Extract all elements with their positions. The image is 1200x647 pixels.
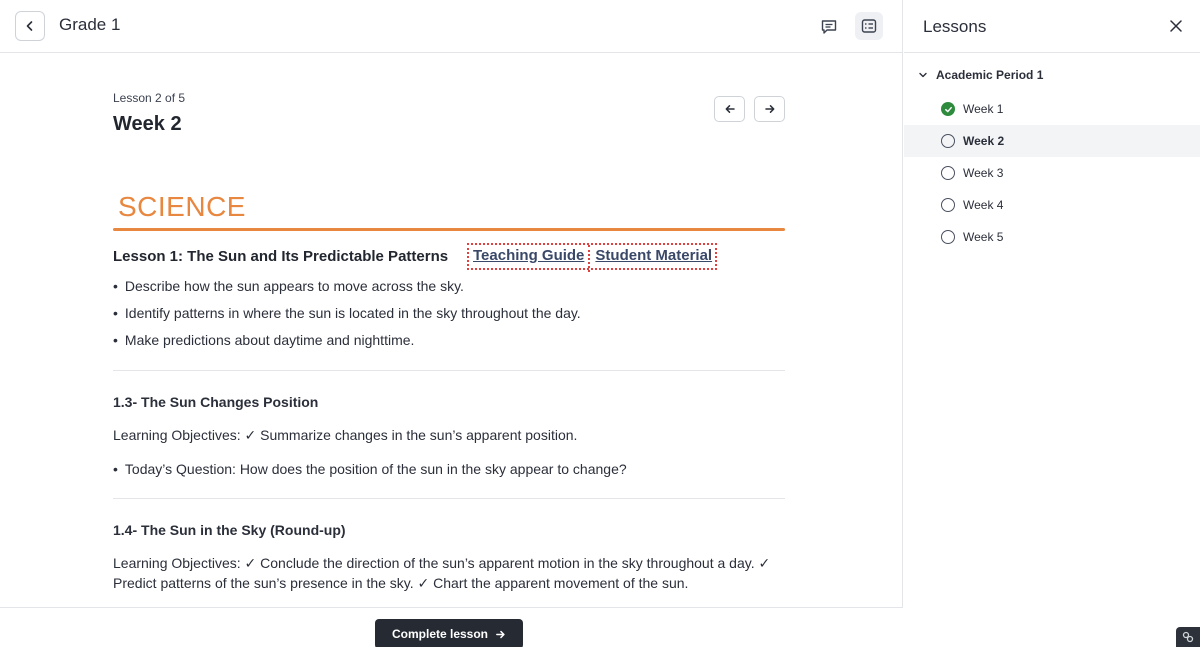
sidebar-item-week-2[interactable]: Week 2 (904, 125, 1200, 157)
section-1-4-objectives-line-2: Predict patterns of the sun’s presence i… (113, 575, 689, 591)
lesson-1-title: Lesson 1: The Sun and Its Predictable Pa… (113, 248, 449, 265)
radio-empty-icon (941, 198, 955, 212)
comments-button[interactable] (815, 13, 842, 40)
chevron-down-icon (919, 72, 927, 78)
list-item: Today’s Question: How does the position … (113, 461, 627, 477)
student-material-link[interactable]: Student Material (595, 247, 712, 268)
complete-lesson-label: Complete lesson (391, 627, 489, 641)
previous-lesson-button[interactable] (714, 96, 745, 122)
lesson-main-area: Grade 1 Lesson 2 of 5 Week 2 SCIENCE Les… (0, 0, 903, 647)
footer-bar: Complete lesson (0, 607, 903, 647)
section-divider (113, 370, 785, 371)
arrow-right-icon (764, 105, 774, 113)
list-item: Describe how the sun appears to move acr… (113, 278, 464, 294)
next-lesson-button[interactable] (754, 96, 785, 122)
top-bar: Grade 1 (0, 0, 903, 53)
sidebar-item-label: Week 5 (963, 230, 1004, 244)
radio-empty-icon (941, 230, 955, 244)
extension-badge[interactable] (1176, 627, 1200, 647)
radio-empty-icon (941, 166, 955, 180)
completed-check-icon (941, 102, 955, 116)
back-button[interactable] (15, 11, 45, 41)
section-divider (113, 498, 785, 499)
section-1-4-title: 1.4- The Sun in the Sky (Round-up) (113, 522, 346, 538)
radio-empty-icon (941, 134, 955, 148)
teaching-guide-link[interactable]: Teaching Guide (473, 247, 584, 268)
link-icon (1182, 631, 1194, 643)
lesson-count: Lesson 2 of 5 (113, 91, 186, 105)
academic-period-label: Academic Period 1 (936, 68, 1044, 82)
sidebar-item-week-3[interactable]: Week 3 (904, 157, 1200, 189)
sidebar-item-label: Week 2 (963, 134, 1005, 148)
lessons-panel-header: Lessons (904, 0, 1200, 53)
section-1-4-objectives-line-1: Learning Objectives: ✓ Conclude the dire… (113, 555, 771, 571)
page-title: Grade 1 (59, 15, 121, 34)
list-item: Identify patterns in where the sun is lo… (113, 305, 581, 321)
sidebar-item-week-1[interactable]: Week 1 (904, 93, 1200, 125)
sidebar-item-label: Week 4 (963, 198, 1004, 212)
subject-heading: SCIENCE (118, 191, 246, 222)
lessons-panel-title: Lessons (923, 17, 987, 36)
complete-lesson-button[interactable]: Complete lesson (375, 619, 523, 647)
sidebar-item-label: Week 1 (963, 102, 1004, 116)
lessons-panel-toggle[interactable] (855, 12, 883, 40)
sidebar-item-label: Week 3 (963, 166, 1004, 180)
section-1-3-title: 1.3- The Sun Changes Position (113, 394, 319, 410)
academic-period-toggle[interactable]: Academic Period 1 (918, 68, 1043, 82)
close-panel-button[interactable] (1166, 16, 1186, 36)
resource-links: Teaching Guide Student Material (467, 243, 718, 272)
comment-icon (821, 19, 836, 34)
section-1-3-objectives: Learning Objectives: ✓ Summarize changes… (113, 427, 578, 443)
checklist-icon (861, 19, 877, 33)
arrow-right-icon (496, 630, 505, 638)
lesson-content: Lesson 2 of 5 Week 2 SCIENCE Lesson 1: T… (113, 53, 785, 607)
list-item: Make predictions about daytime and night… (113, 332, 415, 348)
lessons-panel: Lessons Academic Period 1 Week 1 Week 2 … (904, 0, 1200, 647)
subject-divider (113, 228, 785, 231)
chevron-left-icon (26, 21, 33, 31)
arrow-left-icon (725, 105, 735, 113)
sidebar-item-week-4[interactable]: Week 4 (904, 189, 1200, 221)
sidebar-item-week-5[interactable]: Week 5 (904, 221, 1200, 253)
lesson-title: Week 2 (113, 113, 182, 135)
link-separator (588, 245, 591, 272)
close-icon (1170, 20, 1182, 32)
